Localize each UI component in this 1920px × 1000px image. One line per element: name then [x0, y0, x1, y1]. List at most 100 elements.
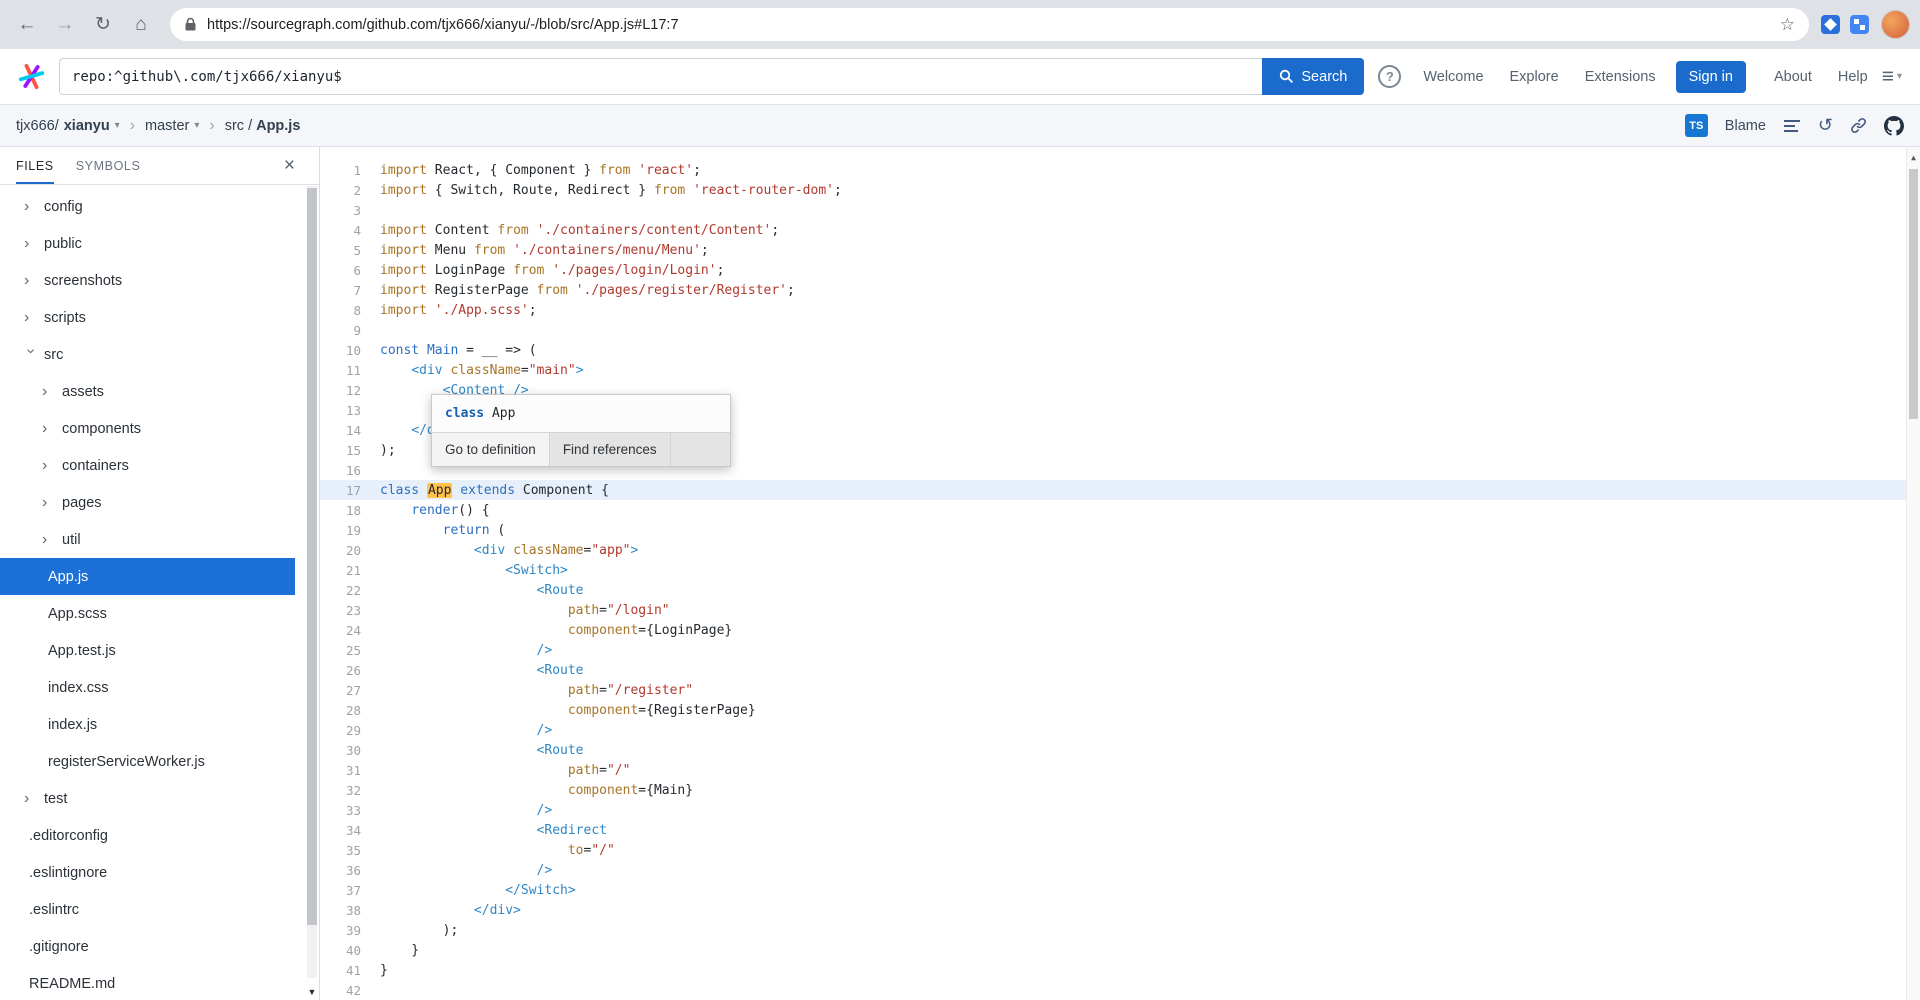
- tree-item-index-css[interactable]: index.css: [0, 669, 295, 706]
- tree-item-src[interactable]: › src: [0, 336, 295, 373]
- tree-item-assets[interactable]: › assets: [0, 373, 295, 410]
- code-line-29[interactable]: 29 />: [320, 720, 1920, 740]
- code-line-27[interactable]: 27 path="/register": [320, 680, 1920, 700]
- branch-selector[interactable]: master ▾: [145, 118, 199, 134]
- line-number[interactable]: 33: [320, 803, 361, 818]
- code-line-5[interactable]: 5 import Menu from './containers/menu/Men…: [320, 240, 1920, 260]
- code-line-26[interactable]: 26 <Route: [320, 660, 1920, 680]
- tree-item-components[interactable]: › components: [0, 410, 295, 447]
- nav-link-help[interactable]: Help: [1838, 69, 1868, 85]
- search-button[interactable]: Search: [1262, 58, 1365, 95]
- line-number[interactable]: 21: [320, 563, 361, 578]
- scrollbar-thumb[interactable]: [1909, 169, 1918, 419]
- tree-item-util[interactable]: › util: [0, 521, 295, 558]
- find-references-button[interactable]: Find references: [549, 433, 671, 466]
- tab-files[interactable]: FILES: [16, 147, 54, 184]
- tree-item-pages[interactable]: › pages: [0, 484, 295, 521]
- tree-item-registerserviceworker-js[interactable]: registerServiceWorker.js: [0, 743, 295, 780]
- tree-item--eslintignore[interactable]: .eslintignore: [0, 854, 295, 891]
- scroll-up-icon[interactable]: ▲: [1907, 153, 1920, 162]
- line-number[interactable]: 17: [320, 483, 361, 498]
- line-number[interactable]: 26: [320, 663, 361, 678]
- line-number[interactable]: 6: [320, 263, 361, 278]
- code-line-7[interactable]: 7 import RegisterPage from './pages/regis…: [320, 280, 1920, 300]
- nav-link-extensions[interactable]: Extensions: [1585, 69, 1656, 85]
- close-icon[interactable]: ×: [284, 155, 295, 177]
- code-line-41[interactable]: 41}: [320, 960, 1920, 980]
- sign-in-button[interactable]: Sign in: [1675, 60, 1746, 93]
- line-number[interactable]: 16: [320, 463, 361, 478]
- code-line-17[interactable]: 17 class App extends Component {: [320, 480, 1920, 500]
- code-line-18[interactable]: 18 render() {: [320, 500, 1920, 520]
- code-line-36[interactable]: 36 />: [320, 860, 1920, 880]
- line-number[interactable]: 13: [320, 403, 361, 418]
- tree-item--editorconfig[interactable]: .editorconfig: [0, 817, 295, 854]
- code-line-42[interactable]: 42: [320, 980, 1920, 1000]
- line-number[interactable]: 18: [320, 503, 361, 518]
- line-number[interactable]: 3: [320, 203, 361, 218]
- link-icon[interactable]: [1850, 117, 1867, 134]
- code-line-21[interactable]: 21 <Switch>: [320, 560, 1920, 580]
- line-number[interactable]: 15: [320, 443, 361, 458]
- help-icon[interactable]: ?: [1378, 65, 1402, 88]
- tree-item-app-scss[interactable]: App.scss: [0, 595, 295, 632]
- code-line-23[interactable]: 23 path="/login": [320, 600, 1920, 620]
- line-number[interactable]: 12: [320, 383, 361, 398]
- code-line-34[interactable]: 34 <Redirect: [320, 820, 1920, 840]
- line-number[interactable]: 7: [320, 283, 361, 298]
- line-number[interactable]: 24: [320, 623, 361, 638]
- line-number[interactable]: 27: [320, 683, 361, 698]
- code-line-24[interactable]: 24 component={LoginPage}: [320, 620, 1920, 640]
- code-line-35[interactable]: 35 to="/": [320, 840, 1920, 860]
- line-number[interactable]: 2: [320, 183, 361, 198]
- line-number[interactable]: 5: [320, 243, 361, 258]
- line-number[interactable]: 25: [320, 643, 361, 658]
- code-line-40[interactable]: 40 }: [320, 940, 1920, 960]
- code-line-28[interactable]: 28 component={RegisterPage}: [320, 700, 1920, 720]
- highlighted-token[interactable]: App: [426, 482, 453, 498]
- code-line-39[interactable]: 39 );: [320, 920, 1920, 940]
- scroll-down-icon[interactable]: ▼: [306, 987, 318, 997]
- github-icon[interactable]: [1884, 115, 1904, 136]
- line-number[interactable]: 42: [320, 983, 361, 998]
- tree-item-index-js[interactable]: index.js: [0, 706, 295, 743]
- line-number[interactable]: 11: [320, 363, 361, 378]
- extension-icon[interactable]: [1850, 15, 1869, 34]
- code-line-1[interactable]: 1 import React, { Component } from 'react…: [320, 160, 1920, 180]
- code-line-20[interactable]: 20 <div className="app">: [320, 540, 1920, 560]
- format-lines-icon[interactable]: [1783, 118, 1801, 134]
- code-scrollbar[interactable]: ▲: [1906, 147, 1920, 1000]
- line-number[interactable]: 34: [320, 823, 361, 838]
- code-line-25[interactable]: 25 />: [320, 640, 1920, 660]
- code-line-19[interactable]: 19 return (: [320, 520, 1920, 540]
- line-number[interactable]: 8: [320, 303, 361, 318]
- bookmark-star-icon[interactable]: ☆: [1780, 15, 1795, 35]
- blame-button[interactable]: Blame: [1725, 118, 1766, 134]
- back-icon[interactable]: ←: [10, 14, 44, 36]
- tree-item-readme-md[interactable]: README.md: [0, 965, 295, 1000]
- line-number[interactable]: 36: [320, 863, 361, 878]
- tree-item-screenshots[interactable]: › screenshots: [0, 262, 295, 299]
- code-line-31[interactable]: 31 path="/": [320, 760, 1920, 780]
- reload-icon[interactable]: ↻: [86, 13, 120, 36]
- sidebar-scrollbar[interactable]: [307, 186, 317, 978]
- code-line-38[interactable]: 38 </div>: [320, 900, 1920, 920]
- tree-item-test[interactable]: › test: [0, 780, 295, 817]
- nav-link-about[interactable]: About: [1774, 69, 1812, 85]
- code-line-30[interactable]: 30 <Route: [320, 740, 1920, 760]
- code-line-33[interactable]: 33 />: [320, 800, 1920, 820]
- tree-item-config[interactable]: › config: [0, 188, 295, 225]
- code-line-6[interactable]: 6 import LoginPage from './pages/login/Lo…: [320, 260, 1920, 280]
- line-number[interactable]: 19: [320, 523, 361, 538]
- tree-item-containers[interactable]: › containers: [0, 447, 295, 484]
- line-number[interactable]: 23: [320, 603, 361, 618]
- line-number[interactable]: 29: [320, 723, 361, 738]
- search-input[interactable]: [59, 58, 1263, 95]
- address-bar[interactable]: https://sourcegraph.com/github.com/tjx66…: [170, 8, 1809, 41]
- breadcrumb-dir[interactable]: src: [225, 118, 244, 134]
- code-line-4[interactable]: 4 import Content from './containers/conte…: [320, 220, 1920, 240]
- menu-icon[interactable]: ≡ ▾: [1882, 65, 1902, 89]
- line-number[interactable]: 20: [320, 543, 361, 558]
- line-number[interactable]: 10: [320, 343, 361, 358]
- line-number[interactable]: 40: [320, 943, 361, 958]
